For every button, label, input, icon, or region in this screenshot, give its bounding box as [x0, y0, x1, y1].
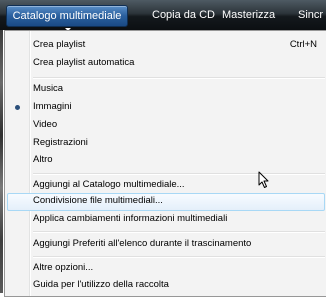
- tab-sincronizza[interactable]: Sincr: [298, 5, 323, 25]
- menu-item-label: Crea playlist: [33, 39, 86, 50]
- menu-item-crea-playlist-automatica[interactable]: Crea playlist automatica: [7, 55, 325, 73]
- menu-item-musica[interactable]: Musica: [7, 81, 325, 99]
- menu-item-label: Aggiungi Preferiti all'elenco durante il…: [33, 238, 252, 249]
- menu-separator: [33, 256, 325, 258]
- menu-item-crea-playlist[interactable]: Crea playlist Ctrl+N: [7, 37, 325, 55]
- menu-item-aggiungi-preferiti[interactable]: Aggiungi Preferiti all'elenco durante il…: [7, 236, 325, 254]
- toolbar-tabs: Catalogo multimediale Copia da CD Master…: [0, 0, 326, 31]
- menu-item-guida-raccolta[interactable]: Guida per l'utilizzo della raccolta: [7, 277, 325, 295]
- tab-catalogo-multimediale[interactable]: Catalogo multimediale: [6, 5, 128, 27]
- library-dropdown-menu: Crea playlist Ctrl+N Crea playlist autom…: [4, 30, 326, 297]
- menu-separator: [33, 77, 325, 79]
- menu-item-label: Crea playlist automatica: [33, 57, 135, 68]
- menu-item-shortcut: Ctrl+N: [289, 39, 317, 50]
- tab-copia-da-cd[interactable]: Copia da CD: [152, 5, 215, 25]
- menu-item-altro[interactable]: Altro: [7, 152, 325, 170]
- tab-masterizza[interactable]: Masterizza: [222, 5, 275, 25]
- menu-item-immagini[interactable]: Immagini: [7, 99, 325, 117]
- menu-item-altre-opzioni[interactable]: Altre opzioni...: [7, 260, 325, 278]
- menu-item-label: Musica: [33, 83, 64, 94]
- menu-item-video[interactable]: Video: [7, 117, 325, 135]
- mouse-cursor-icon: [258, 171, 269, 188]
- menu-separator: [33, 231, 325, 233]
- menu-item-condivisione-file-multimediali[interactable]: Condivisione file multimediali...: [7, 193, 325, 211]
- menu-separator: [33, 173, 325, 175]
- menu-item-label: Altro: [33, 154, 53, 165]
- menu-item-label: Registrazioni: [33, 137, 88, 148]
- menu-item-label: Guida per l'utilizzo della raccolta: [33, 279, 169, 290]
- menu-item-label: Condivisione file multimediali...: [33, 195, 163, 206]
- menu-item-label: Applica cambiamenti informazioni multime…: [33, 213, 228, 224]
- menu-item-registrazioni[interactable]: Registrazioni: [7, 135, 325, 153]
- menu-item-label: Video: [33, 119, 58, 130]
- background-content: [0, 30, 3, 293]
- menu-item-label: Altre opzioni...: [33, 262, 94, 273]
- menu-item-label: Immagini: [33, 101, 72, 112]
- menu-item-label: Aggiungi al Catalogo multimediale...: [33, 179, 185, 190]
- menu-item-applica-cambiamenti[interactable]: Applica cambiamenti informazioni multime…: [7, 211, 325, 229]
- radio-bullet-icon: [15, 105, 20, 110]
